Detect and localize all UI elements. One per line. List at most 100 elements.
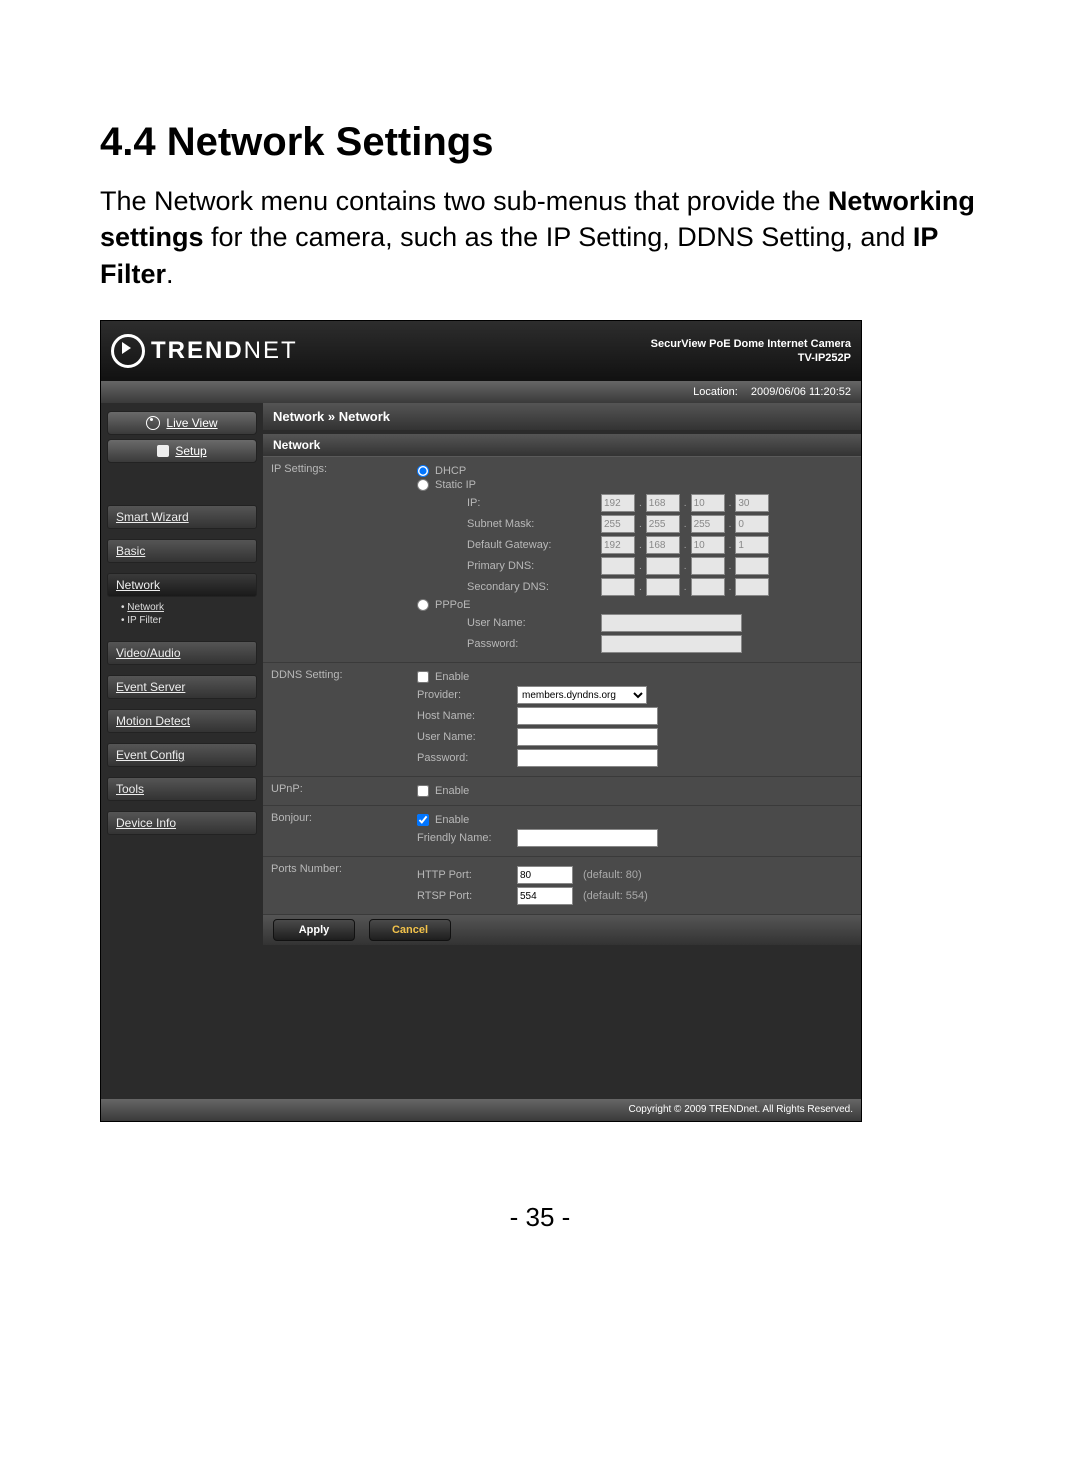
brand-logo-icon bbox=[111, 334, 145, 368]
rtsp-port-input[interactable] bbox=[517, 887, 573, 905]
sidebar-item-device-info[interactable]: Device Info bbox=[107, 811, 257, 835]
ddns-user-label: User Name: bbox=[417, 731, 507, 743]
radio-pppoe-label: PPPoE bbox=[435, 599, 470, 611]
sidebar-item-tools[interactable]: Tools bbox=[107, 777, 257, 801]
action-bar: Apply Cancel bbox=[263, 915, 861, 945]
product-line1: SecurView PoE Dome Internet Camera bbox=[651, 337, 851, 351]
intro-text: The Network menu contains two sub-menus … bbox=[100, 186, 828, 216]
upnp-enable-option[interactable]: Enable bbox=[417, 785, 853, 797]
sidebar-item-event-server[interactable]: Event Server bbox=[107, 675, 257, 699]
pdns-oct-2[interactable] bbox=[646, 557, 680, 575]
pppoe-user-label: User Name: bbox=[417, 617, 597, 629]
ip-oct-4[interactable] bbox=[735, 494, 769, 512]
sidebar-item-event-config[interactable]: Event Config bbox=[107, 743, 257, 767]
breadcrumb: Network » Network bbox=[263, 403, 861, 430]
radio-dhcp-label: DHCP bbox=[435, 465, 466, 477]
footer-copyright: Copyright © 2009 TRENDnet. All Rights Re… bbox=[101, 1099, 861, 1121]
bonjour-enable-option[interactable]: Enable bbox=[417, 814, 853, 826]
app-header: TRENDNET SecurView PoE Dome Internet Cam… bbox=[101, 321, 861, 381]
brand: TRENDNET bbox=[111, 334, 298, 368]
location-bar: Location: 2009/06/06 11:20:52 bbox=[101, 381, 861, 403]
radio-static[interactable] bbox=[417, 479, 429, 491]
pppoe-pass-input[interactable] bbox=[601, 635, 742, 653]
mask-oct-1[interactable] bbox=[601, 515, 635, 533]
section-header-network: Network bbox=[263, 434, 861, 456]
product-title: SecurView PoE Dome Internet Camera TV-IP… bbox=[651, 337, 851, 366]
upnp-enable-checkbox[interactable] bbox=[417, 785, 429, 797]
brand-word2: NET bbox=[244, 337, 298, 364]
gear-icon bbox=[157, 445, 169, 457]
radio-static-option[interactable]: Static IP bbox=[417, 479, 853, 491]
gw-oct-4[interactable] bbox=[735, 536, 769, 554]
ddns-provider-label: Provider: bbox=[417, 689, 507, 701]
radio-dhcp[interactable] bbox=[417, 465, 429, 477]
sidebar-sub-network-ipfilter[interactable]: • IP Filter bbox=[121, 614, 257, 627]
ddns-host-input[interactable] bbox=[517, 707, 658, 725]
rtsp-port-hint: (default: 554) bbox=[583, 890, 648, 902]
intro-paragraph: The Network menu contains two sub-menus … bbox=[100, 183, 980, 292]
upnp-enable-label: Enable bbox=[435, 785, 469, 797]
apply-button[interactable]: Apply bbox=[273, 919, 355, 941]
pppoe-user-input[interactable] bbox=[601, 614, 742, 632]
nav-setup[interactable]: Setup bbox=[107, 439, 257, 463]
cancel-button[interactable]: Cancel bbox=[369, 919, 451, 941]
http-port-input[interactable] bbox=[517, 866, 573, 884]
row-label-ip-settings: IP Settings: bbox=[263, 457, 409, 663]
ddns-pass-label: Password: bbox=[417, 752, 507, 764]
nav-live-view[interactable]: Live View bbox=[107, 411, 257, 435]
radio-pppoe-option[interactable]: PPPoE bbox=[417, 599, 853, 611]
ddns-user-input[interactable] bbox=[517, 728, 658, 746]
ddns-provider-select[interactable]: members.dyndns.org bbox=[517, 686, 647, 704]
sdns-oct-4[interactable] bbox=[735, 578, 769, 596]
ip-label: IP: bbox=[417, 497, 597, 509]
radio-static-label: Static IP bbox=[435, 479, 476, 491]
brand-word: TRENDNET bbox=[151, 337, 298, 365]
ddns-enable-checkbox[interactable] bbox=[417, 671, 429, 683]
ddns-pass-input[interactable] bbox=[517, 749, 658, 767]
ddns-enable-option[interactable]: Enable bbox=[417, 671, 853, 683]
sdns-oct-1[interactable] bbox=[601, 578, 635, 596]
ip-oct-3[interactable] bbox=[691, 494, 725, 512]
location-value: 2009/06/06 11:20:52 bbox=[751, 386, 851, 398]
sdns-label: Secondary DNS: bbox=[417, 581, 597, 593]
bonjour-enable-checkbox[interactable] bbox=[417, 814, 429, 826]
location-label: Location: bbox=[693, 386, 738, 398]
ddns-enable-label: Enable bbox=[435, 671, 469, 683]
subnet-label: Subnet Mask: bbox=[417, 518, 597, 530]
pdns-oct-3[interactable] bbox=[691, 557, 725, 575]
eye-icon bbox=[146, 416, 160, 430]
sidebar-item-basic[interactable]: Basic bbox=[107, 539, 257, 563]
sidebar-item-motion-detect[interactable]: Motion Detect bbox=[107, 709, 257, 733]
gw-oct-2[interactable] bbox=[646, 536, 680, 554]
sidebar-sub-network: • Network • IP Filter bbox=[107, 597, 257, 631]
sidebar: Live View Setup Smart Wizard Basic Netwo… bbox=[101, 403, 263, 1093]
page-number: - 35 - bbox=[100, 1202, 980, 1233]
screenshot-camera-admin: TRENDNET SecurView PoE Dome Internet Cam… bbox=[100, 320, 862, 1122]
intro-text: . bbox=[166, 259, 174, 289]
ip-oct-1[interactable] bbox=[601, 494, 635, 512]
intro-text: for the camera, such as the IP Setting, … bbox=[204, 222, 913, 252]
sidebar-item-network[interactable]: Network bbox=[107, 573, 257, 597]
sub-label: IP Filter bbox=[127, 615, 161, 626]
sidebar-sub-network-network[interactable]: • Network bbox=[121, 601, 257, 614]
ip-oct-2[interactable] bbox=[646, 494, 680, 512]
radio-dhcp-option[interactable]: DHCP bbox=[417, 465, 853, 477]
bonjour-friendly-input[interactable] bbox=[517, 829, 658, 847]
gw-oct-3[interactable] bbox=[691, 536, 725, 554]
http-port-label: HTTP Port: bbox=[417, 869, 507, 881]
pdns-oct-4[interactable] bbox=[735, 557, 769, 575]
sidebar-item-video-audio[interactable]: Video/Audio bbox=[107, 641, 257, 665]
sdns-oct-2[interactable] bbox=[646, 578, 680, 596]
bonjour-friendly-label: Friendly Name: bbox=[417, 832, 507, 844]
mask-oct-4[interactable] bbox=[735, 515, 769, 533]
pdns-oct-1[interactable] bbox=[601, 557, 635, 575]
mask-oct-2[interactable] bbox=[646, 515, 680, 533]
nav-setup-label: Setup bbox=[175, 444, 206, 458]
nav-live-view-label: Live View bbox=[166, 416, 217, 430]
sidebar-item-smart-wizard[interactable]: Smart Wizard bbox=[107, 505, 257, 529]
gw-oct-1[interactable] bbox=[601, 536, 635, 554]
brand-word1: TREND bbox=[151, 337, 244, 364]
mask-oct-3[interactable] bbox=[691, 515, 725, 533]
sdns-oct-3[interactable] bbox=[691, 578, 725, 596]
radio-pppoe[interactable] bbox=[417, 599, 429, 611]
